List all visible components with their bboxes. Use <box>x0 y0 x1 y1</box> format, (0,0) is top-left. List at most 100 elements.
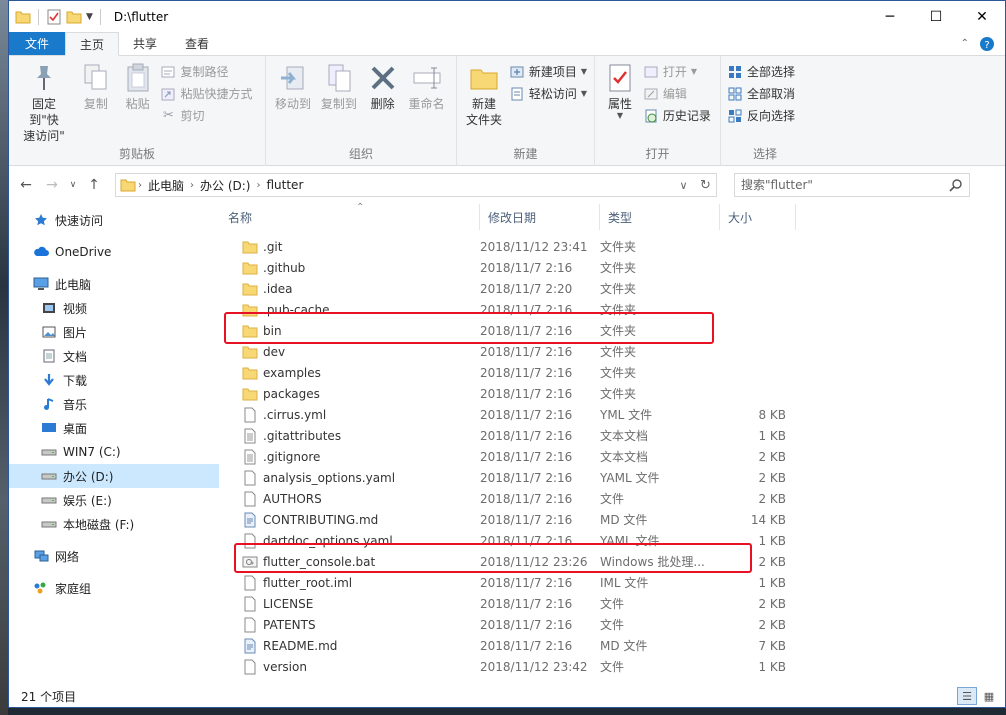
file-row[interactable]: README.md 2018/11/7 2:16 MD 文件 7 KB <box>220 635 1005 656</box>
sidebar-item-13[interactable]: 网络 <box>9 544 219 568</box>
delete-button[interactable]: 删除 <box>364 60 402 114</box>
new-folder-icon[interactable] <box>66 9 82 25</box>
customize-toolbar-icon[interactable]: ▼ <box>86 12 93 22</box>
pin-quick-access-button[interactable]: 固定到"快 速访问" <box>15 60 73 146</box>
paste-button[interactable]: 粘贴 <box>119 60 157 114</box>
chevron-right-icon[interactable]: › <box>256 180 260 191</box>
copy-to-button[interactable]: 复制到 <box>318 60 360 114</box>
file-row[interactable]: .git 2018/11/12 23:41 文件夹 <box>220 236 1005 257</box>
column-size[interactable]: 大小 <box>720 204 796 230</box>
cut-button[interactable]: ✂ 剪切 <box>160 106 252 125</box>
tab-share[interactable]: 共享 <box>119 32 171 55</box>
easy-access-button[interactable]: 轻松访问 ▼ <box>509 84 587 103</box>
column-name[interactable]: 名称 <box>220 204 480 230</box>
up-button[interactable]: ↑ <box>83 174 105 196</box>
file-name-cell: CONTRIBUTING.md <box>220 512 480 528</box>
search-icon[interactable] <box>949 178 963 192</box>
chevron-down-icon: ∨ <box>679 178 688 192</box>
breadcrumb-this-pc[interactable]: 此电脑 <box>144 177 188 194</box>
tab-file[interactable]: 文件 <box>9 32 66 55</box>
search-input[interactable] <box>741 178 949 192</box>
open-button[interactable]: 打开 ▼ <box>643 62 711 81</box>
rename-button[interactable]: 重命名 <box>406 60 448 114</box>
select-all-icon <box>729 65 741 78</box>
file-name-cell: README.md <box>220 638 480 654</box>
copy-path-button[interactable]: 复制路径 <box>160 62 252 81</box>
edit-button[interactable]: 编辑 <box>643 84 711 103</box>
new-item-button[interactable]: 新建项目 ▼ <box>509 62 587 81</box>
sidebar-item-3[interactable]: 视频 <box>9 296 219 320</box>
edit-label: 编辑 <box>662 87 687 101</box>
window-controls: ─ ☐ ✕ <box>867 1 1005 32</box>
close-button[interactable]: ✕ <box>959 1 1005 32</box>
file-row[interactable]: bin 2018/11/7 2:16 文件夹 <box>220 320 1005 341</box>
refresh-button[interactable]: ↻ <box>694 174 716 196</box>
address-bar[interactable]: › 此电脑 › 办公 (D:) › flutter ∨ ↻ <box>115 173 717 197</box>
select-all-button[interactable]: 全部选择 <box>727 62 795 81</box>
file-row[interactable]: CONTRIBUTING.md 2018/11/7 2:16 MD 文件 14 KB <box>220 509 1005 530</box>
sidebar-item-6[interactable]: 下载 <box>9 368 219 392</box>
large-icons-view-button[interactable]: ▦ <box>979 687 999 705</box>
new-folder-button[interactable]: 新建 文件夹 <box>463 60 505 130</box>
file-row[interactable]: version 2018/11/12 23:42 文件 1 KB <box>220 656 1005 677</box>
sidebar-item-10[interactable]: 办公 (D:) <box>9 464 219 488</box>
column-type[interactable]: 类型 <box>600 204 720 230</box>
column-date[interactable]: 修改日期 <box>480 204 600 230</box>
file-name: examples <box>263 365 321 380</box>
maximize-button[interactable]: ☐ <box>913 1 959 32</box>
sidebar-item-8[interactable]: 桌面 <box>9 416 219 440</box>
file-row[interactable]: PATENTS 2018/11/7 2:16 文件 2 KB <box>220 614 1005 635</box>
details-view-button[interactable]: ☰ <box>957 687 977 705</box>
collapse-ribbon-icon[interactable]: ⌃ <box>961 38 969 49</box>
invert-selection-button[interactable]: 反向选择 <box>727 106 795 125</box>
file-row[interactable]: .idea 2018/11/7 2:20 文件夹 <box>220 278 1005 299</box>
file-row[interactable]: dartdoc_options.yaml 2018/11/7 2:16 YAML 文… <box>220 530 1005 551</box>
file-row[interactable]: dev 2018/11/7 2:16 文件夹 <box>220 341 1005 362</box>
sidebar-item-11[interactable]: 娱乐 (E:) <box>9 488 219 512</box>
sidebar-item-7[interactable]: 音乐 <box>9 392 219 416</box>
file-row[interactable]: .gitignore 2018/11/7 2:16 文本文档 2 KB <box>220 446 1005 467</box>
history-button[interactable]: 历史记录 <box>643 106 711 125</box>
copy-button[interactable]: 复制 <box>77 60 115 114</box>
help-icon[interactable]: ? <box>979 36 995 52</box>
tab-view[interactable]: 查看 <box>171 32 223 55</box>
recent-locations-button[interactable]: ∨ <box>67 174 79 196</box>
file-row[interactable]: flutter_root.iml 2018/11/7 2:16 IML 文件 1 KB <box>220 572 1005 593</box>
paste-shortcut-button[interactable]: 粘贴快捷方式 <box>160 84 253 103</box>
sidebar-item-1[interactable]: OneDrive <box>9 240 219 264</box>
properties-button[interactable]: 属性 ▼ <box>601 60 639 122</box>
forward-button[interactable]: → <box>41 174 63 196</box>
file-row[interactable]: .github 2018/11/7 2:16 文件夹 <box>220 257 1005 278</box>
chevron-right-icon[interactable]: › <box>138 180 142 191</box>
file-row[interactable]: LICENSE 2018/11/7 2:16 文件 2 KB <box>220 593 1005 614</box>
delete-x-icon <box>371 66 395 90</box>
file-row[interactable]: packages 2018/11/7 2:16 文件夹 <box>220 383 1005 404</box>
file-row[interactable]: flutter_console.bat 2018/11/12 23:26 Windo… <box>220 551 1005 572</box>
file-row[interactable]: AUTHORS 2018/11/7 2:16 文件 2 KB <box>220 488 1005 509</box>
select-none-button[interactable]: 全部取消 <box>727 84 795 103</box>
search-box[interactable] <box>734 173 970 197</box>
tab-home[interactable]: 主页 <box>65 32 120 56</box>
properties-check-icon[interactable] <box>46 9 62 25</box>
back-button[interactable]: ← <box>15 174 37 196</box>
file-row[interactable]: examples 2018/11/7 2:16 文件夹 <box>220 362 1005 383</box>
file-type: 文件夹 <box>600 366 637 380</box>
sidebar-item-12[interactable]: 本地磁盘 (F:) <box>9 512 219 536</box>
breadcrumb-drive-d[interactable]: 办公 (D:) <box>196 177 254 194</box>
file-row[interactable]: .gitattributes 2018/11/7 2:16 文本文档 1 KB <box>220 425 1005 446</box>
breadcrumb-flutter[interactable]: flutter <box>262 178 307 192</box>
file-row[interactable]: .cirrus.yml 2018/11/7 2:16 YML 文件 8 KB <box>220 404 1005 425</box>
move-to-button[interactable]: 移动到 <box>272 60 314 114</box>
minimize-button[interactable]: ─ <box>867 1 913 32</box>
address-history-button[interactable]: ∨ <box>672 174 694 196</box>
sidebar-item-9[interactable]: WIN7 (C:) <box>9 440 219 464</box>
sidebar-item-2[interactable]: 此电脑 <box>9 272 219 296</box>
sidebar-item-0[interactable]: 快速访问 <box>9 208 219 232</box>
sidebar-item-4[interactable]: 图片 <box>9 320 219 344</box>
file-row[interactable]: analysis_options.yaml 2018/11/7 2:16 YAML … <box>220 467 1005 488</box>
chevron-right-icon[interactable]: › <box>190 180 194 191</box>
sidebar-item-5[interactable]: 文档 <box>9 344 219 368</box>
file-icon <box>242 638 258 654</box>
file-row[interactable]: .pub-cache 2018/11/7 2:16 文件夹 <box>220 299 1005 320</box>
sidebar-item-14[interactable]: 家庭组 <box>9 576 219 600</box>
